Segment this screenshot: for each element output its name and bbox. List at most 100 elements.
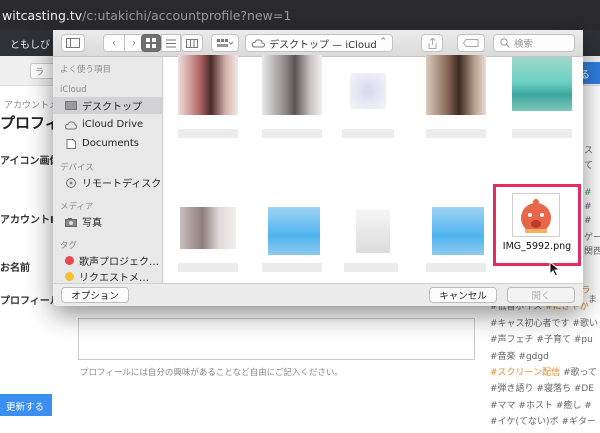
cloud-icon: [252, 38, 265, 47]
sidebar-item-icloud-drive[interactable]: iCloud Drive: [53, 116, 163, 133]
sidebar-icon: [66, 38, 80, 48]
sidebar-item-tag-red[interactable]: 歌声プロジェク…: [53, 252, 163, 269]
document-icon: [66, 138, 76, 149]
search-icon: [500, 38, 510, 48]
character-image-icon: [521, 199, 551, 233]
tag-link[interactable]: #子育て: [534, 335, 571, 345]
name-label: お名前: [0, 263, 30, 274]
list-view-button[interactable]: [161, 34, 181, 52]
tag-link[interactable]: #歌い: [570, 319, 598, 329]
side-fragment: ゲー: [584, 233, 600, 243]
arrange-button[interactable]: [211, 34, 239, 52]
tag-link[interactable]: #声フェチ: [490, 335, 534, 345]
side-fragment: #: [584, 188, 592, 198]
tag-link[interactable]: #pu: [571, 335, 593, 345]
sidebar-item-label: 写真: [82, 218, 102, 229]
tag-link[interactable]: #キャス初心者です: [490, 319, 570, 329]
icloud-heading: iCloud: [60, 85, 87, 95]
side-fragment: #: [584, 202, 592, 212]
column-view-button[interactable]: [181, 34, 203, 52]
tag-link[interactable]: #DE: [571, 384, 594, 394]
file-thumbnail[interactable]: [180, 207, 236, 249]
sidebar-item-desktop[interactable]: デスクトップ: [53, 97, 163, 114]
share-button[interactable]: [421, 34, 443, 52]
cancel-button[interactable]: キャンセル: [429, 287, 497, 303]
page-title: プロフィ: [0, 114, 60, 132]
favorites-heading: よく使う項目: [60, 65, 112, 75]
selected-file-thumbnail: [512, 193, 560, 237]
file-caption: [178, 263, 238, 272]
tag-link[interactable]: #ギター: [559, 417, 596, 427]
tag-link[interactable]: #弾き語り: [490, 384, 534, 394]
profile-label: プロフィール: [0, 296, 60, 307]
file-thumbnail[interactable]: [426, 55, 486, 115]
update-button[interactable]: 更新する: [0, 394, 52, 416]
tag-link[interactable]: #ホスト: [516, 401, 553, 411]
open-button[interactable]: 開く: [507, 287, 575, 303]
options-button[interactable]: オプション: [61, 287, 129, 303]
file-thumbnail[interactable]: [268, 207, 320, 255]
file-thumbnail[interactable]: [178, 55, 238, 115]
address-bar[interactable]: witcasting.tv/c:utakichi/accountprofile?…: [0, 0, 600, 30]
site-username[interactable]: ともしび: [10, 36, 50, 51]
file-thumbnail[interactable]: [512, 57, 572, 111]
sidebar-item-tag-yellow[interactable]: リクエストメ…: [53, 269, 163, 283]
tag-link[interactable]: #gdgd: [516, 352, 548, 362]
tag-link[interactable]: #寝落ち: [534, 384, 571, 394]
file-thumbnail[interactable]: [262, 55, 322, 115]
profile-textarea[interactable]: [78, 318, 475, 360]
file-thumbnail[interactable]: [356, 209, 390, 253]
tag-link[interactable]: #スクリーン配信: [490, 368, 560, 378]
share-icon: [428, 37, 436, 49]
file-caption: [262, 263, 322, 272]
tag-link[interactable]: #: [581, 401, 592, 411]
sidebar-toggle-button[interactable]: [61, 34, 85, 52]
tags-heading: タグ: [60, 241, 78, 251]
open-file-dialog: ‹ › デスクトップ — iCloud ⌃ 検索 よく使う項目 iCloud デ…: [53, 30, 583, 306]
tag-link[interactable]: #イケ(てない)ボ: [490, 417, 559, 427]
sidebar-item-label: 歌声プロジェク…: [79, 257, 159, 268]
tag-link[interactable]: #歌って: [560, 368, 597, 378]
icon-view-button[interactable]: [141, 34, 161, 52]
columns-icon: [186, 38, 198, 48]
red-tag-dot-icon: [65, 256, 74, 265]
desktop-icon: [65, 100, 77, 110]
sidebar-item-label: リクエストメ…: [79, 272, 149, 284]
dialog-button-bar: オプション キャンセル 開く: [53, 283, 583, 306]
selected-file-name: IMG_5992.png: [502, 241, 572, 252]
back-icon[interactable]: ‹: [104, 38, 124, 49]
file-thumbnail[interactable]: [350, 73, 386, 109]
icon-image-label: アイコン画像: [0, 156, 60, 167]
side-fragment: #: [584, 216, 592, 226]
sidebar-item-label: iCloud Drive: [82, 119, 144, 130]
sidebar-item-remote-disc[interactable]: リモートディスク: [53, 174, 163, 191]
media-heading: メディア: [60, 202, 94, 212]
dialog-toolbar: ‹ › デスクトップ — iCloud ⌃ 検索: [53, 30, 583, 57]
yellow-tag-dot-icon: [65, 271, 74, 281]
tag-line: #弾き語り #寝落ち #DE: [490, 381, 600, 397]
list-icon: [166, 39, 176, 47]
selected-file-highlight[interactable]: IMG_5992.png: [493, 184, 581, 266]
search-field[interactable]: 検索: [493, 34, 575, 52]
sidebar-item-photos[interactable]: 写真: [53, 213, 163, 230]
tag-link[interactable]: #ママ: [490, 401, 516, 411]
tag-button[interactable]: [457, 34, 485, 52]
file-thumbnail[interactable]: [432, 207, 484, 255]
tag-link[interactable]: #音楽: [490, 352, 516, 362]
tag-line: #イケ(てない)ボ #ギター: [490, 414, 600, 430]
location-popup[interactable]: デスクトップ — iCloud ⌃: [245, 34, 393, 52]
sidebar-item-documents[interactable]: Documents: [53, 135, 163, 152]
tag-line: #スクリーン配信 #歌って: [490, 365, 600, 381]
location-label: デスクトップ — iCloud: [269, 39, 377, 51]
url-host: witcasting.tv: [2, 8, 83, 23]
file-grid: IMG_5992.png: [164, 55, 583, 283]
back-forward-control[interactable]: ‹ ›: [103, 34, 145, 52]
file-caption: [426, 129, 486, 138]
tag-line: #キャス初心者です #歌い: [490, 316, 600, 332]
tag-line: #ママ #ホスト #癒し #: [490, 398, 600, 414]
tag-line: #音楽 #gdgd: [490, 349, 600, 365]
chevron-updown-icon: ⌃: [379, 37, 387, 47]
dialog-sidebar: よく使う項目 iCloud デスクトップ iCloud Drive Docume…: [53, 57, 163, 283]
side-fragment: 関西: [584, 247, 600, 257]
tag-link[interactable]: #癒し: [553, 401, 582, 411]
